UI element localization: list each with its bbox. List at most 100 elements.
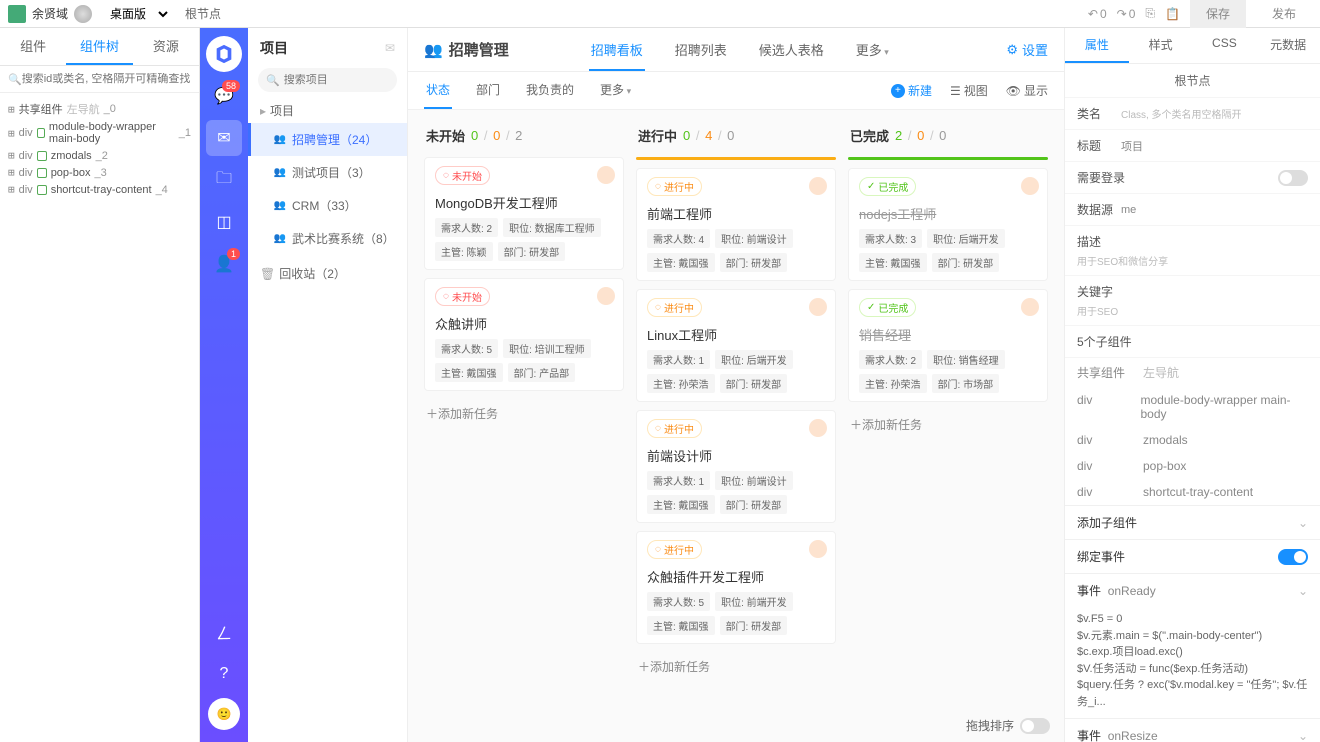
tab-list[interactable]: 招聘列表 <box>673 28 729 71</box>
card-tag: 需求人数: 1 <box>647 471 710 490</box>
tab-candidates[interactable]: 候选人表格 <box>757 28 826 71</box>
child-row-shared[interactable]: 共享组件 左导航 <box>1065 358 1320 387</box>
settings-link[interactable]: 设置 <box>1006 40 1048 59</box>
child-row[interactable]: divpop-box <box>1065 453 1320 479</box>
kanban-card[interactable]: ◌进行中众触插件开发工程师需求人数: 5职位: 前端开发主管: 戴国强部门: 研… <box>636 531 836 644</box>
username[interactable]: 余贤域 <box>32 5 68 22</box>
view-mode-select[interactable]: 桌面版 <box>98 2 171 26</box>
undo-button[interactable]: ↶ 0 <box>1088 7 1107 21</box>
save-button[interactable]: 保存 <box>1190 0 1246 28</box>
expand-icon[interactable]: ⊞ <box>8 103 15 116</box>
expand-icon[interactable]: ⊞ <box>8 166 15 179</box>
sidebar-item-recruiting[interactable]: 👥招聘管理（24） <box>248 123 407 156</box>
expand-icon[interactable]: ⊞ <box>8 127 15 140</box>
user-avatar[interactable]: 🙂 <box>208 698 240 730</box>
add-child-section[interactable]: 添加子组件 ⌄ <box>1065 505 1320 539</box>
contacts-icon[interactable]: ◫ <box>206 204 242 240</box>
tree-search-input[interactable] <box>22 73 191 85</box>
bind-event-toggle[interactable] <box>1278 549 1308 565</box>
kanban-card[interactable]: ◌进行中前端工程师需求人数: 4职位: 前端设计主管: 戴国强部门: 研发部 <box>636 168 836 281</box>
prop-login[interactable]: 需要登录 <box>1065 162 1320 194</box>
assignee-avatar[interactable] <box>597 166 615 184</box>
tab-props[interactable]: 属性 <box>1065 28 1129 63</box>
event-onready[interactable]: 事件 onReady ⌄ <box>1065 573 1320 607</box>
tab-css[interactable]: CSS <box>1193 28 1257 63</box>
kanban-card[interactable]: ◌进行中Linux工程师需求人数: 1职位: 后端开发主管: 孙荣浩部门: 研发… <box>636 289 836 402</box>
tree-item[interactable]: ⊞ div module-body-wrapper main-body _1 <box>4 119 195 147</box>
child-row[interactable]: divzmodals <box>1065 427 1320 453</box>
display-button[interactable]: 👁显示 <box>1006 82 1048 99</box>
assignee-avatar[interactable] <box>809 419 827 437</box>
inbox-outline-icon[interactable]: ✉ <box>385 41 395 55</box>
profile-icon[interactable]: ㄥ <box>206 614 242 650</box>
sidebar-item-crm[interactable]: 👥CRM（33） <box>248 189 407 222</box>
publish-button[interactable]: 发布 <box>1256 0 1312 28</box>
add-task-button[interactable]: ＋添加新任务 <box>424 399 624 428</box>
breadcrumb-root[interactable]: 根节点 <box>177 5 229 22</box>
tab-more[interactable]: 更多 <box>854 28 891 71</box>
kanban-card[interactable]: ✓已完成销售经理需求人数: 2职位: 销售经理主管: 孙荣浩部门: 市场部 <box>848 289 1048 402</box>
inbox-icon[interactable]: ✉ <box>206 120 242 156</box>
subtab-dept[interactable]: 部门 <box>474 72 502 109</box>
tag-row: 需求人数: 4职位: 前端设计主管: 戴国强部门: 研发部 <box>647 229 825 272</box>
tree-item[interactable]: ⊞ div zmodals _2 <box>4 147 195 164</box>
subtab-more[interactable]: 更多 <box>598 72 633 109</box>
sidebar-item-test[interactable]: 👥测试项目（3） <box>248 156 407 189</box>
assignee-avatar[interactable] <box>809 298 827 316</box>
assignee-avatar[interactable] <box>1021 298 1039 316</box>
drag-sort-toggle[interactable] <box>1020 718 1050 734</box>
project-search[interactable] <box>258 68 397 92</box>
tab-resources[interactable]: 资源 <box>133 28 199 65</box>
expand-icon[interactable]: ⊞ <box>8 183 15 196</box>
tree-item[interactable]: ⊞ div pop-box _3 <box>4 164 195 181</box>
sidebar-item-wushu[interactable]: 👥武术比赛系统（8） <box>248 222 407 255</box>
redo-button[interactable]: ↷ 0 <box>1117 7 1136 21</box>
messages-icon[interactable]: 💬58 <box>206 78 242 114</box>
kanban-card[interactable]: ◌未开始众触讲师需求人数: 5职位: 培训工程师主管: 戴国强部门: 产品部 <box>424 278 624 391</box>
prop-keyword[interactable]: 关键字 用于SEO <box>1065 276 1320 326</box>
kanban-card[interactable]: ◌进行中前端设计师需求人数: 1职位: 前端设计主管: 戴国强部门: 研发部 <box>636 410 836 523</box>
tab-components[interactable]: 组件 <box>0 28 66 65</box>
kanban-card[interactable]: ◌未开始MongoDB开发工程师需求人数: 2职位: 数据库工程师主管: 陈颖部… <box>424 157 624 270</box>
child-row[interactable]: divshortcut-tray-content <box>1065 479 1320 505</box>
folder-icon[interactable]: 🗀 <box>206 162 242 198</box>
tab-style[interactable]: 样式 <box>1129 28 1193 63</box>
add-task-button[interactable]: ＋添加新任务 <box>636 652 836 681</box>
prop-desc[interactable]: 描述 用于SEO和微信分享 <box>1065 226 1320 276</box>
project-group-header[interactable]: ▸项目 <box>248 92 407 123</box>
child-row[interactable]: divmodule-body-wrapper main-body <box>1065 387 1320 427</box>
add-task-button[interactable]: ＋添加新任务 <box>848 410 1048 439</box>
recycle-bin[interactable]: 🗑回收站（2） <box>248 255 407 286</box>
prop-datasource[interactable]: 数据源 me <box>1065 194 1320 226</box>
user-avatar-thumb[interactable] <box>8 5 26 23</box>
prop-title[interactable]: 标题 项目 <box>1065 130 1320 162</box>
tab-meta[interactable]: 元数据 <box>1256 28 1320 63</box>
event-code[interactable]: $v.F5 = 0 $v.元素.main = $(".main-body-cen… <box>1065 607 1320 718</box>
project-search-input[interactable] <box>284 74 426 86</box>
assignee-avatar[interactable] <box>809 540 827 558</box>
notifications-icon[interactable]: 👤1 <box>206 246 242 282</box>
subtab-status[interactable]: 状态 <box>424 72 452 109</box>
right-breadcrumb[interactable]: 根节点 <box>1065 64 1320 98</box>
paste-icon[interactable]: 📋 <box>1165 7 1180 21</box>
event-onresize[interactable]: 事件 onResize ⌄ <box>1065 718 1320 742</box>
login-toggle[interactable] <box>1278 170 1308 186</box>
tab-component-tree[interactable]: 组件树 <box>66 28 132 65</box>
assignee-avatar[interactable] <box>597 287 615 305</box>
assignee-avatar[interactable] <box>1021 177 1039 195</box>
tree-item[interactable]: ⊞ div shortcut-tray-content _4 <box>4 181 195 198</box>
tree-item[interactable]: ⊞ 共享组件 左导航 _0 <box>4 99 195 119</box>
new-button[interactable]: +新建 <box>891 82 932 99</box>
subtab-mine[interactable]: 我负责的 <box>524 72 576 109</box>
rail-logo[interactable] <box>206 36 242 72</box>
assignee-avatar[interactable] <box>809 177 827 195</box>
expand-icon[interactable]: ⊞ <box>8 149 15 162</box>
copy-icon[interactable]: ⎘ <box>1145 6 1155 21</box>
help-icon[interactable]: ? <box>206 656 242 692</box>
view-button[interactable]: ☰视图 <box>950 82 988 99</box>
tab-kanban[interactable]: 招聘看板 <box>589 28 645 71</box>
bind-event-section[interactable]: 绑定事件 <box>1065 539 1320 573</box>
kanban-card[interactable]: ✓已完成nodejs工程师需求人数: 3职位: 后端开发主管: 戴国强部门: 研… <box>848 168 1048 281</box>
prop-class[interactable]: 类名 Class, 多个类名用空格隔开 <box>1065 98 1320 130</box>
tree-search[interactable] <box>0 66 199 93</box>
